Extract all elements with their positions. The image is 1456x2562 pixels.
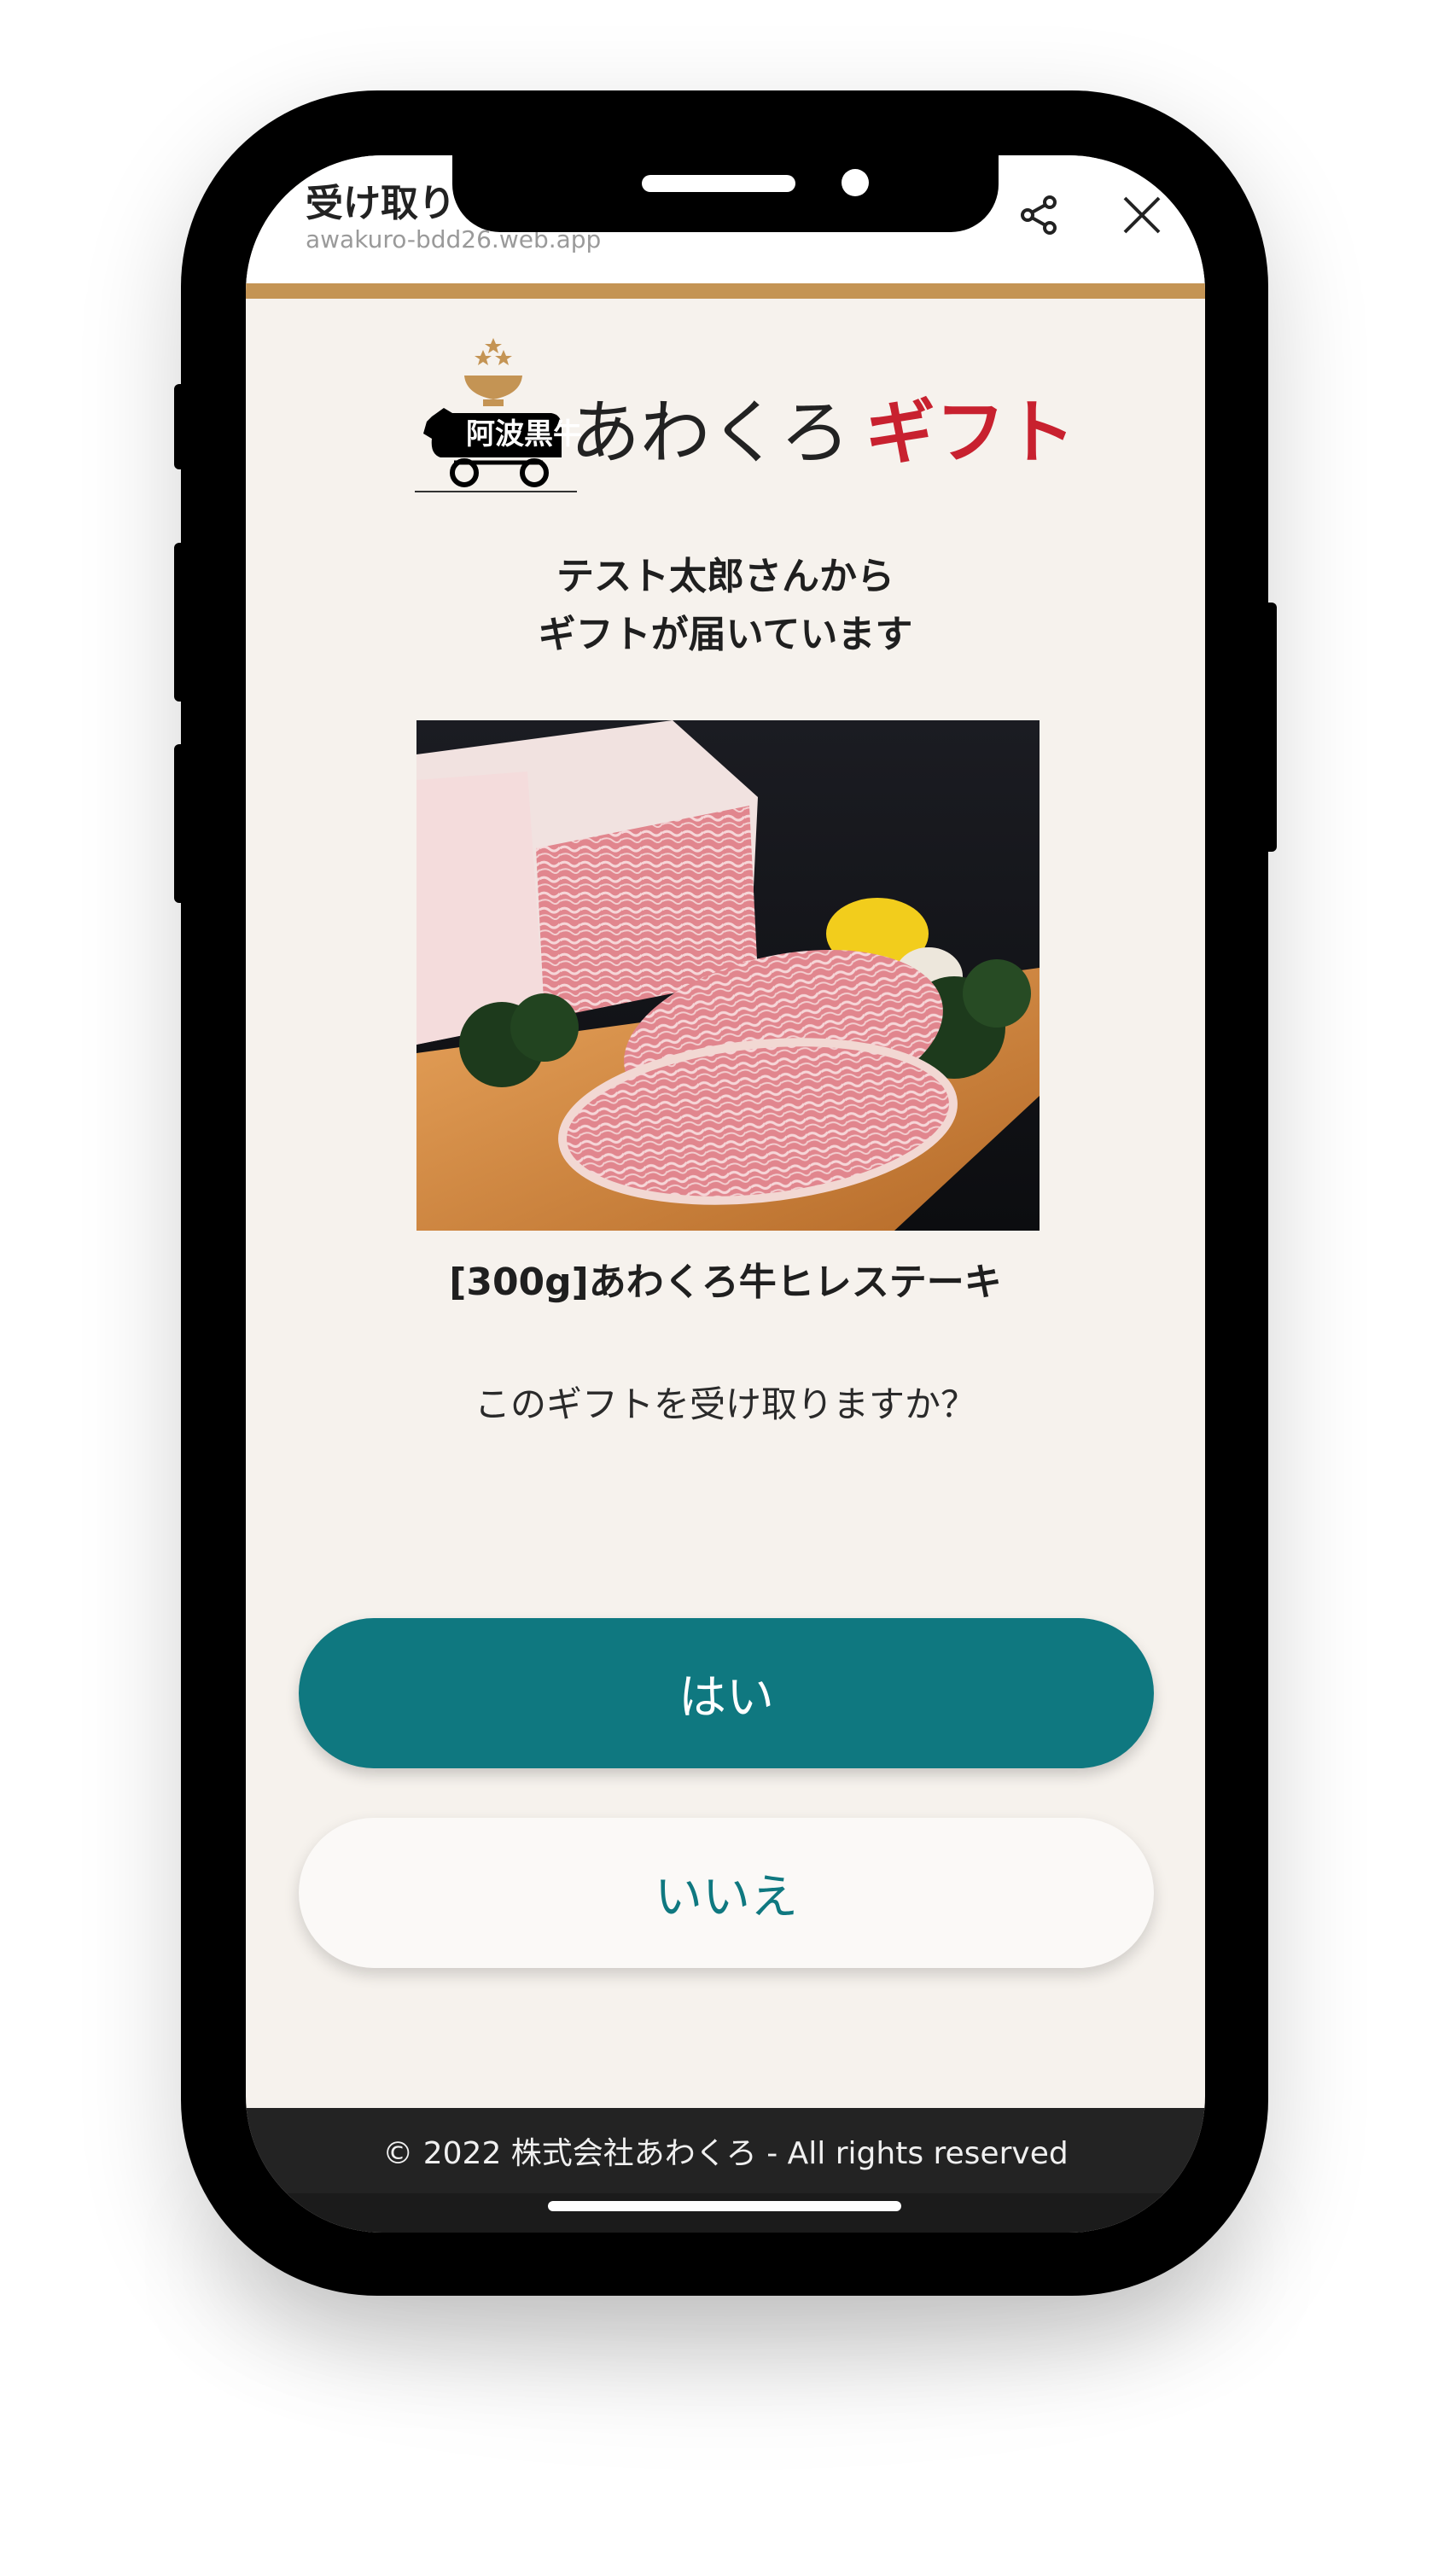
- notch: [452, 154, 999, 232]
- phone-screen: 受け取り awakuro-bdd26.web.app 阿波黒牛 あわくろ ギフト…: [246, 155, 1205, 2233]
- home-indicator[interactable]: [548, 2201, 901, 2211]
- gift-message-line-2: ギフトが届いています: [538, 613, 913, 656]
- awakuro-gift-logo: 阿波黒牛 あわくろ ギフト: [415, 338, 1075, 500]
- speaker-grille: [642, 175, 795, 192]
- decline-gift-label: いいえ: [655, 1869, 798, 1925]
- mute-switch: [174, 384, 189, 469]
- volume-down-button: [174, 744, 189, 903]
- front-camera: [842, 169, 869, 196]
- beef-steak-photo: [416, 720, 1040, 1231]
- power-button: [1261, 603, 1277, 852]
- close-button[interactable]: [1116, 189, 1168, 241]
- accept-gift-button[interactable]: はい: [299, 1618, 1154, 1768]
- receive-gift-question: このギフトを受け取りますか？: [474, 1383, 976, 1425]
- footer: © 2022 株式会社あわくろ - All rights reserved: [246, 2108, 1205, 2193]
- product-image: [416, 720, 1040, 1231]
- browser-page-title: 受け取り: [306, 182, 456, 225]
- footer-bottom: [246, 2193, 1205, 2233]
- gift-message-line-1: テスト太郎さんから: [556, 555, 894, 598]
- volume-up-button: [174, 543, 189, 702]
- gift-content: 阿波黒牛 あわくろ ギフト テスト太郎さんから ギフトが届いています [300g…: [246, 299, 1205, 2117]
- close-icon: [1123, 196, 1161, 234]
- logo-brand-text: あわくろ: [570, 393, 851, 474]
- logo-emblem-text: 阿波黒牛: [466, 417, 582, 451]
- logo-wordmark: あわくろ ギフト: [570, 376, 1075, 477]
- product-name: [300g]あわくろ牛ヒレステーキ: [449, 1261, 1002, 1304]
- gift-received-message: テスト太郎さんから ギフトが届いています: [246, 548, 1205, 664]
- cow-emblem-icon: 阿波黒牛: [415, 338, 582, 492]
- decline-gift-button[interactable]: いいえ: [299, 1818, 1154, 1968]
- accept-gift-label: はい: [678, 1669, 774, 1726]
- share-button[interactable]: [1014, 189, 1065, 241]
- share-icon: [1021, 195, 1057, 235]
- logo-gift-text: ギフト: [865, 393, 1076, 474]
- footer-copyright: © 2022 株式会社あわくろ - All rights reserved: [382, 2136, 1069, 2171]
